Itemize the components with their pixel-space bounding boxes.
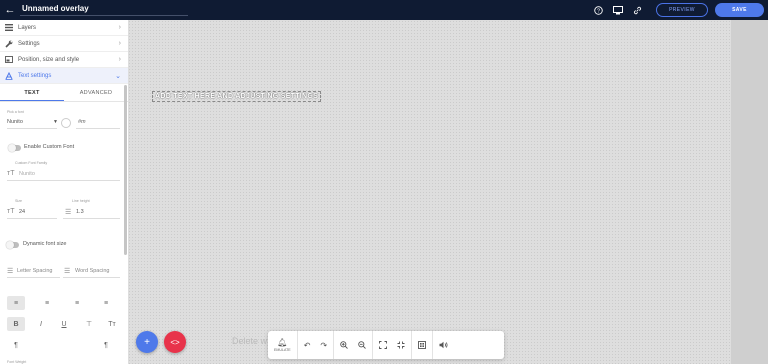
divider [76,128,120,129]
canvas-margin [731,20,768,364]
font-select[interactable]: Nunito [7,119,23,125]
line-height-icon: ☰ [65,209,72,216]
sidebar-item-text-settings[interactable]: Text settings ⌄ [0,68,128,84]
chevron-down-icon: ⌄ [115,73,121,80]
align-right-button[interactable]: ≡ [68,296,86,310]
divider [7,218,57,219]
emulate-button[interactable]: 🔔︎ EMULATE [274,338,291,352]
chevron-right-icon: › [118,24,121,31]
position-icon [0,56,18,63]
save-button[interactable]: SAVE [715,3,764,17]
fit-screen-icon[interactable] [397,341,405,349]
wrench-icon [0,40,18,48]
custom-font-input[interactable]: Nunito [19,171,35,177]
divider [63,218,120,219]
title-wrap: Unnamed overlay [20,0,188,20]
link-icon[interactable] [633,6,642,15]
tab-advanced[interactable]: ADVANCED [64,84,128,101]
layers-icon [0,24,18,31]
text-icon [0,71,18,80]
paragraph-rtl-button[interactable]: ¶ [97,338,115,352]
text-tabs: TEXT ADVANCED [0,84,128,102]
color-swatch[interactable] [61,118,71,128]
fullscreen-icon[interactable] [379,341,388,349]
volume-icon[interactable] [439,341,448,349]
canvas[interactable] [128,20,731,364]
sidebar-scrollbar[interactable] [124,85,127,255]
redo-icon[interactable]: ↷ [320,341,327,350]
dropdown-arrow-icon[interactable]: ▼ [53,119,58,125]
font-preview: #m [78,119,86,125]
custom-font-field-label: Custom Font Family [15,161,48,165]
divider [7,128,57,129]
custom-font-toggle-label: Enable Custom Font [24,144,75,150]
sidebar-item-label: Position, size and style [18,56,80,63]
align-left-button[interactable]: ≡ [7,296,25,310]
history-group: ↶ ↷ [298,331,335,359]
sidebar-item-label: Text settings [18,72,52,79]
font-size-icon: ᴛT [7,170,15,177]
letter-spacing-icon: ☰ [7,268,14,275]
line-height-label: Line height [72,199,90,203]
divider [63,277,120,278]
paragraph-ltr-button[interactable]: ¶ [7,338,25,352]
chevron-right-icon: › [118,56,121,63]
monitor-icon[interactable] [613,5,623,15]
italic-button[interactable]: I [32,317,50,331]
sidebar-item-settings[interactable]: Settings › [0,36,128,52]
sidebar: Layers › Settings › Position, size and s… [0,20,128,364]
font-picker-label: Pick a font [7,110,24,114]
chevron-right-icon: › [118,40,121,47]
tab-text[interactable]: TEXT [0,84,64,101]
back-arrow-icon[interactable]: ← [0,0,20,20]
delete-hint: Delete w [232,336,268,346]
align-justify-button[interactable]: ≡ [97,296,115,310]
size-input[interactable]: 24 [19,209,25,215]
bell-icon: 🔔︎ [277,338,288,347]
bottom-toolbar: 🔔︎ EMULATE ↶ ↷ [268,331,504,359]
text-case-button[interactable]: Tт [103,317,121,331]
align-center-button[interactable]: ≡ [38,296,56,310]
help-icon[interactable]: ? [594,5,603,15]
word-spacing-icon: ☰ [64,268,71,275]
letter-spacing-input[interactable]: Letter Spacing [17,268,52,274]
sound-group [433,331,454,359]
size-label: Size [15,199,22,203]
zoom-in-icon[interactable] [340,341,348,349]
sidebar-item-label: Layers [18,24,37,31]
bold-button[interactable]: B [7,317,25,331]
emulate-label: EMULATE [274,348,291,352]
divider [7,180,120,181]
sidebar-item-layers[interactable]: Layers › [0,20,128,36]
custom-font-toggle[interactable] [8,144,21,152]
emulate-group: 🔔︎ EMULATE [268,331,298,359]
top-icons: ? [594,0,642,20]
dynamic-font-label: Dynamic font size [23,241,67,247]
sidebar-item-label: Settings [18,40,40,47]
strikethrough-button[interactable]: ⊤ [80,317,98,331]
font-weight-label: Font Weight [7,360,27,364]
screen-group [373,331,413,359]
dynamic-font-toggle[interactable] [6,241,19,249]
top-bar: ← Unnamed overlay ? PREVIEW SAVE [0,0,768,20]
code-button[interactable]: <> [164,331,186,353]
line-height-input[interactable]: 1.3 [76,209,84,215]
divider [7,277,60,278]
grid-group [412,331,434,359]
zoom-group [334,331,374,359]
underline-button[interactable]: U [55,317,73,331]
undo-icon[interactable]: ↶ [304,341,311,350]
grid-icon[interactable] [418,341,427,349]
zoom-out-icon[interactable] [358,341,366,349]
preview-button[interactable]: PREVIEW [656,3,708,17]
svg-text:?: ? [597,8,600,14]
sidebar-item-position[interactable]: Position, size and style › [0,52,128,68]
add-element-button[interactable]: + [136,331,158,353]
title-underline [20,15,188,16]
overlay-text-element[interactable]: ADD TEXT HERE AND ADJUSTING SETTINGS [152,91,322,102]
word-spacing-input[interactable]: Word Spacing [75,268,109,274]
text-size-icon: ᴛT [7,208,15,215]
